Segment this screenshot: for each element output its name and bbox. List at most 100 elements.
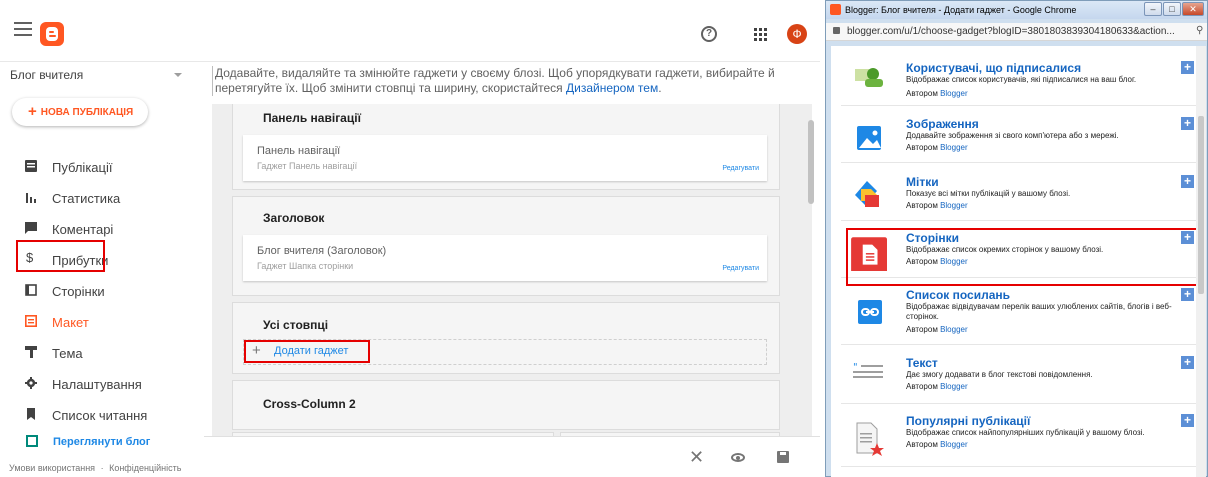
text-icon: " — [853, 362, 883, 378]
posts-icon — [25, 160, 37, 172]
sidebar-item-label: Макет — [52, 315, 89, 330]
sidebar-item-stats[interactable]: Статистика — [0, 183, 204, 213]
add-gadget-button[interactable]: + — [1181, 61, 1194, 74]
add-gadget-link[interactable]: Додати гаджет — [274, 345, 348, 357]
gadget-name: Блог вчителя (Заголовок) — [257, 245, 387, 257]
gadget-description: Дає змогу додавати в блог текстові повід… — [906, 370, 1093, 379]
menu-icon[interactable] — [14, 22, 32, 36]
gadget-description: Відображає список найпопулярніших публік… — [906, 428, 1145, 437]
author-prefix: Автором — [906, 89, 941, 98]
author-prefix: Автором — [906, 201, 941, 210]
preview-eye-icon[interactable] — [731, 453, 745, 462]
add-gadget-popup-window: Blogger: Блог вчителя - Додати гаджет - … — [825, 0, 1208, 477]
section-header: Заголовок Блог вчителя (Заголовок) Гадже… — [232, 196, 780, 296]
section-title: Усі стовпці — [263, 318, 329, 332]
gadget-description: Відображає список користувачів, які підп… — [906, 75, 1137, 84]
url-text[interactable]: blogger.com/u/1/choose-gadget?blogID=380… — [847, 26, 1175, 37]
gadget-title[interactable]: Користувачі, що підписалися — [906, 61, 1081, 75]
sidebar-item-posts[interactable]: Публікації — [0, 152, 204, 182]
blogger-logo[interactable] — [40, 22, 64, 46]
new-post-button[interactable]: + НОВА ПУБЛІКАЦІЯ — [12, 98, 148, 126]
author-link[interactable]: Blogger — [940, 325, 968, 334]
footer-separator: · — [100, 463, 104, 473]
stats-icon — [26, 193, 36, 203]
minimize-button[interactable]: – — [1144, 2, 1162, 16]
plus-icon[interactable]: + — [252, 342, 261, 359]
scrollbar[interactable] — [808, 120, 814, 204]
author-link[interactable]: Blogger — [940, 201, 968, 210]
search-icon[interactable]: ⚲ — [1196, 25, 1203, 36]
author-prefix: Автором — [906, 382, 941, 391]
author-prefix: Автором — [906, 325, 941, 334]
add-gadget-button[interactable]: + — [1181, 414, 1194, 427]
author-prefix: Автором — [906, 143, 941, 152]
bottom-action-bar: ✕ — [204, 436, 820, 477]
help-icon[interactable]: ? — [701, 26, 717, 42]
lock-icon — [833, 27, 840, 34]
plus-icon: + — [28, 103, 37, 120]
author-link[interactable]: Blogger — [940, 382, 968, 391]
add-gadget-button[interactable]: + — [1181, 175, 1194, 188]
apps-grid-icon[interactable] — [754, 28, 768, 42]
avatar[interactable]: Ф — [787, 24, 807, 44]
divider — [841, 162, 1196, 163]
author-link[interactable]: Blogger — [940, 440, 968, 449]
scrollbar-thumb[interactable] — [1198, 116, 1204, 294]
terms-link[interactable]: Умови використання — [9, 463, 95, 473]
divider — [841, 403, 1196, 404]
popular-posts-icon — [856, 422, 884, 456]
sidebar-item-pages[interactable]: Сторінки — [0, 276, 204, 306]
layout-editor: Додавайте, видаляйте та змінюйте гаджети… — [204, 62, 820, 477]
section-all-columns: Усі стовпці — [232, 302, 780, 374]
gadget-title[interactable]: Популярні публікації — [906, 414, 1030, 428]
link-icon — [858, 300, 882, 324]
add-gadget-button[interactable]: + — [1181, 356, 1194, 369]
window-close-button[interactable]: ✕ — [1182, 2, 1204, 16]
divider — [841, 105, 1196, 106]
add-gadget-button[interactable]: + — [1181, 288, 1194, 301]
theme-designer-link[interactable]: Дизайнером тем — [566, 81, 658, 95]
gadget-description: Додавайте зображення зі свого комп'ютера… — [906, 131, 1119, 140]
add-gadget-button[interactable]: + — [1181, 117, 1194, 130]
sidebar-item-theme[interactable]: Тема — [0, 338, 204, 368]
sidebar-item-label: Коментарі — [52, 222, 114, 237]
save-icon[interactable] — [777, 451, 789, 463]
followers-icon — [855, 68, 883, 87]
sidebar-item-settings[interactable]: Налаштування — [0, 369, 204, 399]
sidebar-item-reading-list[interactable]: Список читання — [0, 400, 204, 430]
section-title: Cross-Column 2 — [263, 397, 356, 411]
highlight-box — [846, 228, 1196, 286]
author-link[interactable]: Blogger — [940, 143, 968, 152]
author-prefix: Автором — [906, 440, 941, 449]
edit-link[interactable]: Редагувати — [722, 265, 759, 272]
edit-link[interactable]: Редагувати — [722, 165, 759, 172]
gadget-navbar[interactable]: Панель навігації Гаджет Панель навігації… — [243, 135, 767, 181]
sidebar-item-label: Налаштування — [52, 377, 142, 392]
window-titlebar[interactable]: Blogger: Блог вчителя - Додати гаджет - … — [826, 1, 1207, 19]
new-post-label: НОВА ПУБЛІКАЦІЯ — [40, 107, 134, 118]
maximize-button[interactable]: □ — [1163, 2, 1181, 16]
info-text: Додавайте, видаляйте та змінюйте гаджети… — [215, 66, 775, 95]
bookmark-icon — [27, 408, 35, 420]
gadget-title[interactable]: Зображення — [906, 117, 979, 131]
gear-icon — [25, 377, 37, 389]
view-blog-link[interactable]: Переглянути блог — [53, 436, 150, 448]
close-icon[interactable]: ✕ — [689, 447, 704, 468]
gadget-header[interactable]: Блог вчителя (Заголовок) Гаджет Шапка ст… — [243, 235, 767, 281]
gadget-title[interactable]: Список посилань — [906, 288, 1010, 302]
gadget-type: Гаджет Шапка сторінки — [257, 261, 354, 271]
section-cross-column-2: Cross-Column 2 — [232, 380, 780, 430]
blog-selector[interactable]: Блог вчителя — [10, 68, 83, 82]
sidebar-item-label: Сторінки — [52, 284, 105, 299]
chevron-down-icon[interactable] — [174, 73, 182, 77]
top-bar: ? Ф — [0, 0, 820, 62]
sidebar-item-layout[interactable]: Макет — [0, 307, 204, 337]
divider — [841, 220, 1196, 221]
gadget-title[interactable]: Мітки — [906, 175, 939, 189]
section-title: Панель навігації — [263, 111, 361, 125]
open-external-icon[interactable] — [26, 435, 38, 447]
gadget-title[interactable]: Текст — [906, 356, 938, 370]
gadget-list: Користувачі, що підписалися Відображає с… — [831, 46, 1196, 477]
privacy-link[interactable]: Конфіденційність — [109, 463, 181, 473]
author-link[interactable]: Blogger — [940, 89, 968, 98]
